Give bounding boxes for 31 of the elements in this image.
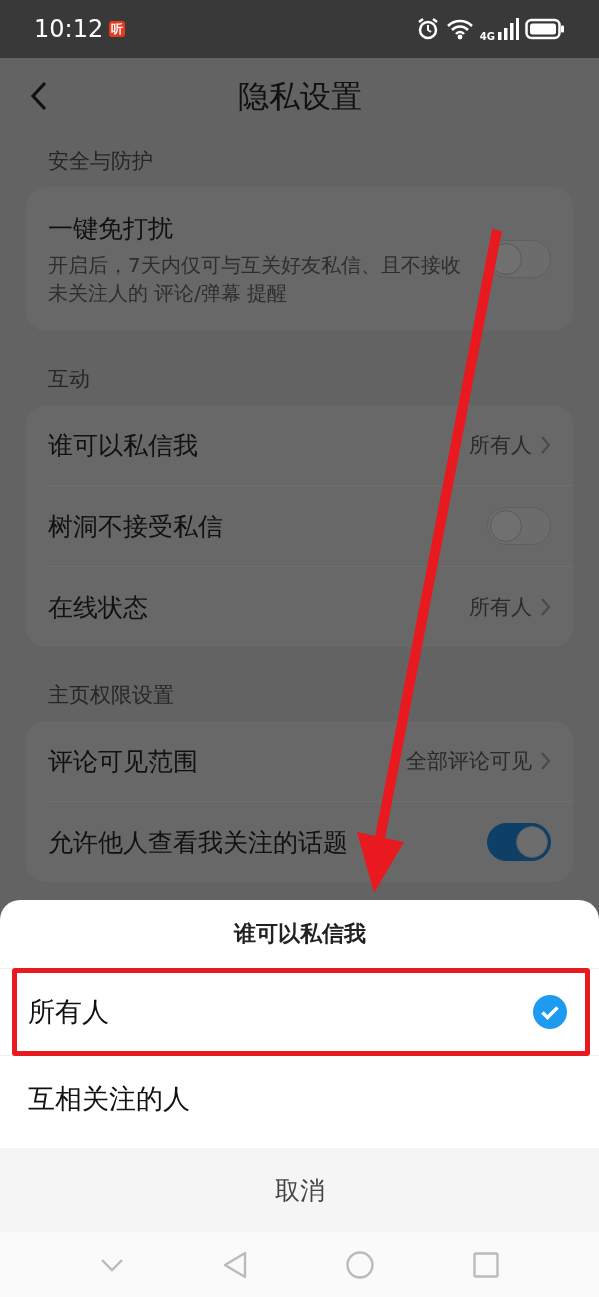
home-circle-icon[interactable] bbox=[346, 1250, 375, 1279]
option-item[interactable]: 所有人 bbox=[0, 969, 599, 1055]
back-icon[interactable] bbox=[30, 81, 48, 111]
sheet-title: 谁可以私信我 bbox=[0, 900, 599, 969]
section-title: 主页权限设置 bbox=[47, 682, 175, 709]
setting-label: 树洞不接受私信 bbox=[48, 510, 223, 543]
back-triangle-icon[interactable] bbox=[222, 1250, 247, 1279]
network-type: 4G bbox=[479, 30, 495, 42]
check-icon bbox=[533, 995, 567, 1029]
app-badge: 听 bbox=[109, 21, 126, 37]
setting-label: 谁可以私信我 bbox=[48, 429, 198, 462]
chevron-right-icon bbox=[540, 751, 551, 771]
battery-icon bbox=[525, 18, 565, 40]
wifi-icon bbox=[445, 18, 474, 40]
section-title: 互动 bbox=[47, 366, 91, 393]
option-item[interactable]: 互相关注的人 bbox=[0, 1056, 599, 1142]
setting-description: 开启后，7天内仅可与互关好友私信、且不接收未关注人的 评论/弹幕 提醒 bbox=[48, 251, 462, 307]
setting-label: 一键免打扰 bbox=[48, 212, 174, 245]
cancel-button[interactable]: 取消 bbox=[0, 1148, 599, 1232]
toggle-switch[interactable] bbox=[487, 823, 551, 861]
page-title: 隐私设置 bbox=[237, 76, 362, 116]
setting-label: 允许他人查看我关注的话题 bbox=[48, 826, 348, 859]
setting-label: 评论可见范围 bbox=[48, 745, 198, 778]
chevron-down-icon[interactable] bbox=[99, 1257, 124, 1272]
status-time: 10:12 bbox=[34, 15, 104, 43]
setting-label: 在线状态 bbox=[48, 591, 148, 624]
section-title: 安全与防护 bbox=[47, 148, 154, 175]
chevron-right-icon bbox=[540, 597, 551, 617]
recents-square-icon[interactable] bbox=[473, 1251, 500, 1278]
chevron-right-icon bbox=[540, 435, 551, 455]
signal-icon bbox=[497, 18, 519, 40]
